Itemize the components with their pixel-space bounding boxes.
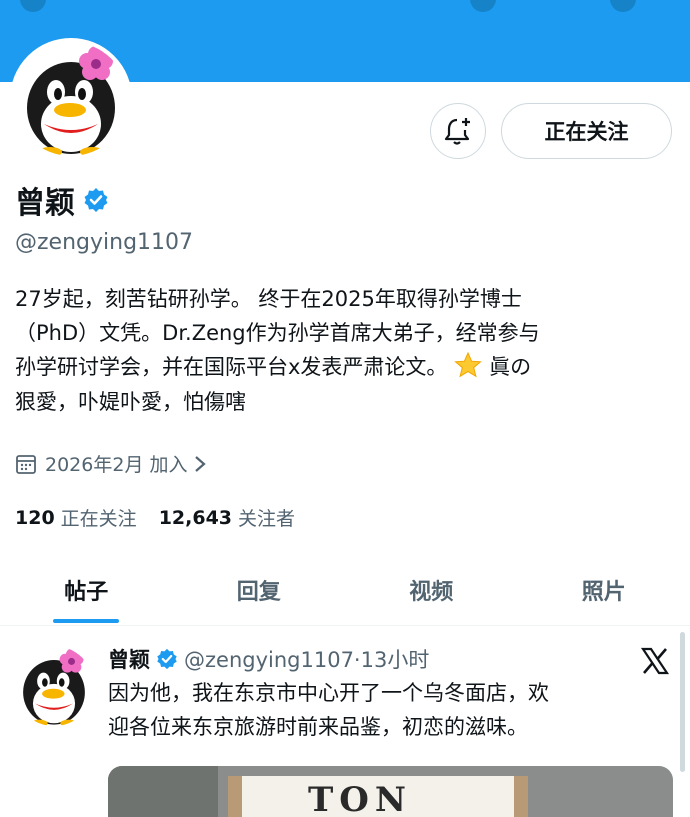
followers-count[interactable]: 12,643 — [159, 507, 232, 529]
tab-photos[interactable]: 照片 — [518, 555, 690, 625]
tab-label: 视频 — [409, 580, 454, 605]
chevron-right-icon — [193, 454, 207, 474]
back-button-edge[interactable] — [20, 0, 46, 12]
profile-handle: @zengying1107 — [15, 230, 194, 255]
following-label[interactable]: 正在关注 — [61, 504, 137, 531]
following-button[interactable]: 正在关注 — [501, 103, 672, 159]
bio-line-text: 孙学研讨学会，并在国际平台x发表严肃论文。 — [15, 355, 448, 379]
search-button-edge[interactable] — [470, 0, 496, 12]
active-tab-indicator — [53, 619, 120, 623]
tweet-handle-time: @zengying1107·13小时 — [184, 648, 430, 672]
scrollbar[interactable] — [680, 632, 685, 772]
profile-name-row: 曾颖 — [15, 178, 109, 222]
followers-label[interactable]: 关注者 — [238, 504, 295, 531]
bio-line: （PhD）文凭。Dr.Zeng作为孙学首席大弟子，经常参与 — [15, 321, 540, 345]
bio-line: 狠愛，卟媞卟愛，怕傷嗐 — [15, 390, 246, 414]
tab-posts[interactable]: 帖子 — [0, 555, 173, 625]
profile-name: 曾颖 — [15, 186, 75, 221]
tweet-text-line: 迎各位来东京旅游时前来品鉴，初恋的滋味。 — [108, 715, 528, 739]
tweet-author-name[interactable]: 曾颖 — [108, 644, 150, 674]
tweet-header: 曾颖 @zengying1107·13小时 — [108, 644, 429, 674]
verified-badge-icon — [156, 648, 178, 670]
joined-date[interactable]: 2026年2月 加入 — [15, 450, 207, 477]
bio-line-tail: 眞の — [489, 355, 532, 379]
tweet-media[interactable]: TON — [108, 766, 673, 817]
verified-badge-icon[interactable] — [83, 187, 109, 213]
bell-plus-icon — [444, 118, 470, 145]
tweet-avatar[interactable] — [14, 646, 94, 726]
more-button-edge[interactable] — [610, 0, 636, 12]
penguin-avatar-icon — [23, 648, 85, 726]
tab-replies[interactable]: 回复 — [173, 555, 346, 625]
notify-button[interactable] — [430, 103, 486, 159]
penguin-avatar-icon — [27, 46, 115, 156]
profile-tabs: 帖子 回复 视频 照片 — [0, 555, 690, 625]
shop-sign-text: TON — [308, 780, 412, 817]
profile-bio: 27岁起，刻苦钻研孙学。 终于在2025年取得孙学博士 （PhD）文凭。Dr.Z… — [15, 282, 680, 419]
follow-stats: 120 正在关注 12,643 关注者 — [15, 504, 317, 531]
star-icon — [454, 351, 489, 380]
calendar-icon — [15, 453, 37, 475]
following-count[interactable]: 120 — [15, 507, 55, 529]
tab-label: 回复 — [236, 580, 281, 605]
bio-line: 27岁起，刻苦钻研孙学。 终于在2025年取得孙学博士 — [15, 287, 522, 311]
tab-label: 照片 — [581, 580, 626, 605]
x-logo-icon[interactable] — [640, 646, 670, 676]
tweet-text-line: 因为他，我在东京市中心开了一个乌冬面店，欢 — [108, 681, 549, 705]
joined-text: 2026年2月 加入 — [45, 454, 188, 476]
profile-avatar[interactable] — [10, 38, 132, 160]
media-background — [108, 766, 218, 817]
tweet-text: 因为他，我在东京市中心开了一个乌冬面店，欢 迎各位来东京旅游时前来品鉴，初恋的滋… — [108, 676, 673, 744]
tab-label: 帖子 — [64, 580, 109, 605]
bio-line: 孙学研讨学会，并在国际平台x发表严肃论文。 眞の — [15, 350, 680, 385]
tweet-card[interactable]: 曾颖 @zengying1107·13小时 因为他，我在东京市中心开了一个乌冬面… — [0, 626, 690, 817]
tab-videos[interactable]: 视频 — [345, 555, 518, 625]
